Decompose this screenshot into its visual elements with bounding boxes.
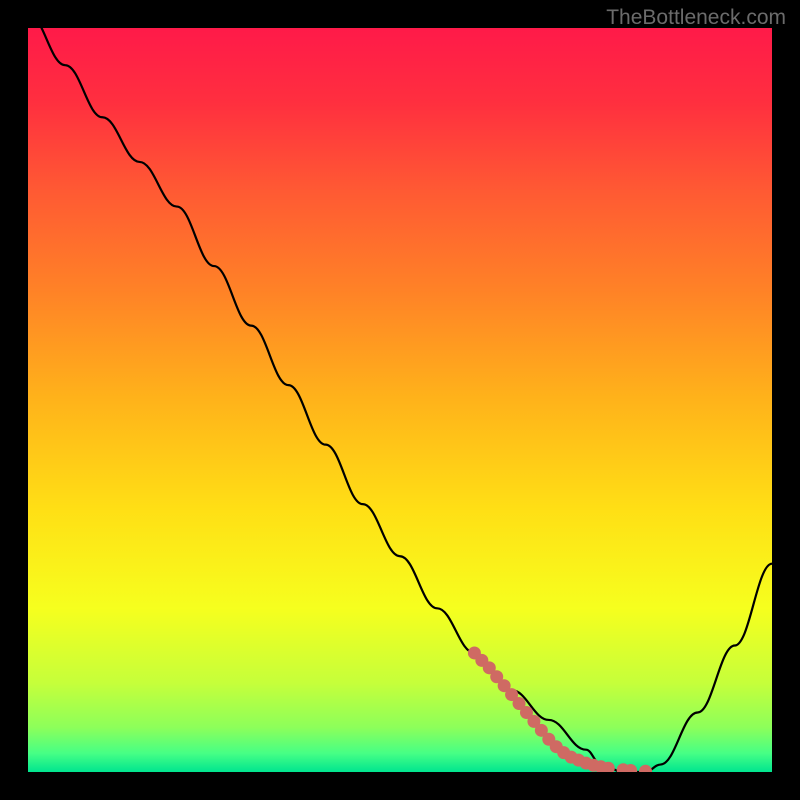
- chart-svg: [28, 28, 772, 772]
- watermark-text: TheBottleneck.com: [606, 6, 786, 30]
- chart-plot-area: [28, 28, 772, 772]
- chart-background: [28, 28, 772, 772]
